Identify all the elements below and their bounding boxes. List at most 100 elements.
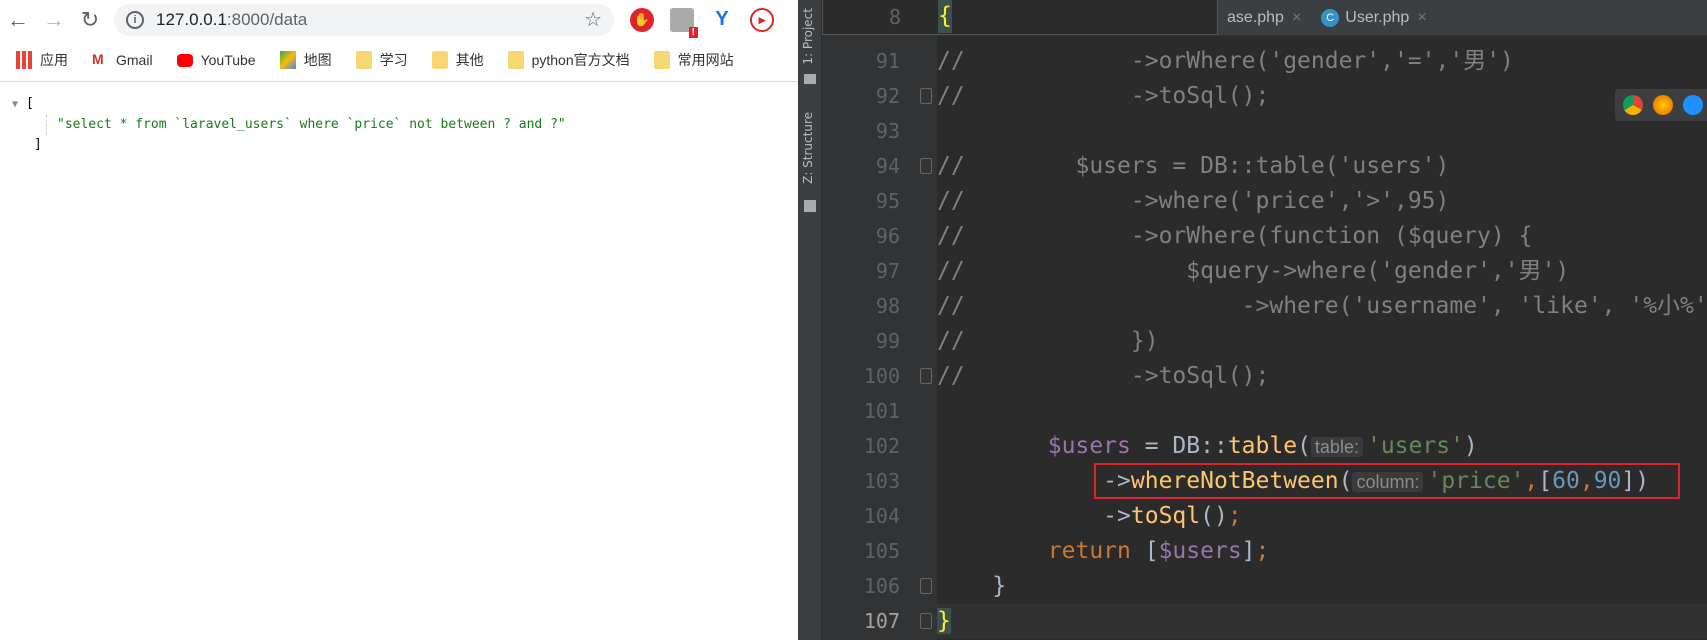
close-icon[interactable]: ×	[1417, 9, 1426, 27]
apps-grid-icon	[16, 51, 32, 69]
folder-icon	[653, 51, 670, 69]
fold-marker-icon[interactable]	[920, 88, 932, 104]
code-token: //	[937, 188, 965, 214]
code-line[interactable]: // ->where('username', 'like', '%小%')	[937, 289, 1707, 324]
structure-tool-tab[interactable]: Z: Structure	[801, 112, 815, 184]
code-line[interactable]: // ->orWhere('gender','=','男')	[937, 44, 1514, 79]
collapse-triangle-icon[interactable]: ▼	[12, 99, 18, 110]
open-in-browser-popup	[1615, 89, 1707, 121]
project-tool-tab[interactable]: 1: Project	[801, 8, 815, 65]
code-token: ->orWhere(function ($query) {	[964, 223, 1533, 249]
bookmark-item[interactable]: 学习	[355, 50, 408, 70]
code-token: //	[937, 153, 965, 179]
code-token: ;	[1227, 503, 1242, 529]
code-line[interactable]: }	[937, 604, 951, 639]
close-icon[interactable]: ×	[1292, 9, 1301, 27]
line-number: 105	[863, 539, 900, 563]
line-number: 102	[863, 434, 900, 458]
folder-icon	[431, 51, 448, 69]
code-line[interactable]: ->toSql();	[937, 499, 1242, 534]
adblock-extension-icon[interactable]: ✋	[630, 7, 654, 32]
line-number: 100	[863, 364, 900, 388]
line-number: 93	[875, 119, 900, 143]
code-token: 'users'	[1366, 433, 1464, 459]
code-line[interactable]: // ->where('price','>',95)	[937, 184, 1449, 219]
line-number: 103	[863, 469, 900, 493]
tool-window-strip: 1: Project Z: Structure	[798, 0, 822, 640]
bookmark-item[interactable]: M Gmail	[92, 51, 153, 69]
code-token: return	[1047, 538, 1131, 564]
code-token: ->	[937, 503, 1131, 529]
code-token: //	[937, 328, 965, 354]
code-line[interactable]: $users = DB::table(table:'users')	[937, 429, 1478, 464]
forward-button[interactable]: →	[36, 7, 72, 33]
code-token: ->where('price','>',95)	[964, 188, 1450, 214]
code-token: ()	[1200, 503, 1228, 529]
fold-marker-icon[interactable]	[920, 613, 932, 629]
code-token: [	[1130, 538, 1159, 564]
code-token: ->toSql();	[964, 363, 1270, 389]
current-line-highlight	[937, 604, 1707, 639]
folder-icon	[355, 51, 372, 69]
code-line[interactable]: // })	[937, 324, 1159, 359]
bookmark-item[interactable]: 应用	[16, 50, 68, 70]
code-token: })	[964, 328, 1159, 354]
address-bar[interactable]: i 127.0.0.1:8000/data ☆	[114, 3, 614, 36]
fold-marker-icon[interactable]	[920, 578, 932, 594]
sticky-scope-header[interactable]: 8 {	[822, 0, 1218, 35]
back-button[interactable]: ←	[0, 7, 36, 33]
bookmark-item[interactable]: 其他	[431, 50, 484, 70]
bookmark-item[interactable]: 地图	[279, 50, 332, 70]
code-line[interactable]: return [$users];	[937, 534, 1270, 569]
line-number: 104	[863, 504, 900, 528]
bookmark-star-icon[interactable]: ☆	[584, 7, 602, 32]
safari-icon[interactable]	[1683, 95, 1703, 115]
code-line[interactable]: // ->toSql();	[937, 359, 1269, 394]
class-icon: C	[1321, 8, 1340, 27]
tab-user-php[interactable]: C User.php ×	[1321, 8, 1427, 27]
code-token: //	[937, 258, 965, 284]
gmail-icon: M	[92, 51, 104, 67]
code-token: ->orWhere('gender','=','男')	[964, 48, 1514, 74]
line-number: 106	[863, 574, 900, 598]
bookmark-item[interactable]: python官方文档	[507, 50, 630, 70]
code-line[interactable]: }	[937, 569, 1006, 604]
info-icon[interactable]: i	[126, 10, 144, 29]
highlight-box	[1094, 463, 1680, 499]
code-token: ->toSql();	[964, 83, 1270, 109]
code-line[interactable]: // $query->where('gender','男')	[937, 254, 1569, 289]
extension-icon[interactable]: !	[670, 7, 698, 38]
line-number: 96	[875, 224, 900, 248]
bookmark-item[interactable]: 常用网站	[653, 50, 734, 70]
line-number: 92	[875, 84, 900, 108]
record-extension-icon[interactable]: ▸	[750, 7, 774, 32]
line-number: 107	[863, 609, 900, 633]
code-token: }	[937, 573, 1007, 599]
code-line[interactable]: // ->orWhere(function ($query) {	[937, 219, 1532, 254]
code-line[interactable]: // $users = DB::table('users')	[937, 149, 1449, 184]
reload-button[interactable]: ↻	[72, 7, 108, 33]
code-token: ->where('username', 'like', '%小%')	[964, 293, 1707, 319]
code-token: //	[937, 223, 965, 249]
folder-icon	[507, 51, 524, 69]
bookmark-item[interactable]: YouTube	[176, 52, 256, 68]
code-token: table	[1227, 433, 1298, 459]
code-token: $query->where('gender','男')	[964, 258, 1570, 284]
code-token: $users = DB::table('users')	[964, 153, 1450, 179]
code-token: }	[937, 608, 951, 634]
line-number: 91	[875, 49, 900, 73]
browser-window: ← → ↻ i 127.0.0.1:8000/data ☆ ✋ ! Y ▸ 应用…	[0, 0, 798, 640]
fold-marker-icon[interactable]	[920, 368, 932, 384]
code-token: //	[937, 48, 965, 74]
chrome-icon[interactable]	[1623, 95, 1643, 115]
fold-marker-icon[interactable]	[920, 158, 932, 174]
bookmarks-bar: 应用 M Gmail YouTube 地图 学习 其他 python官方文档 常用网站	[0, 39, 798, 82]
firefox-icon[interactable]	[1653, 95, 1673, 115]
vpn-extension-icon[interactable]: Y	[710, 8, 734, 32]
tab-base-php[interactable]: ase.php ×	[1227, 9, 1301, 27]
line-number: 97	[875, 259, 900, 283]
code-token: //	[937, 363, 965, 389]
folder-icon	[804, 74, 816, 84]
code-line[interactable]: // ->toSql();	[937, 79, 1269, 114]
code-token: = DB::	[1130, 433, 1228, 459]
